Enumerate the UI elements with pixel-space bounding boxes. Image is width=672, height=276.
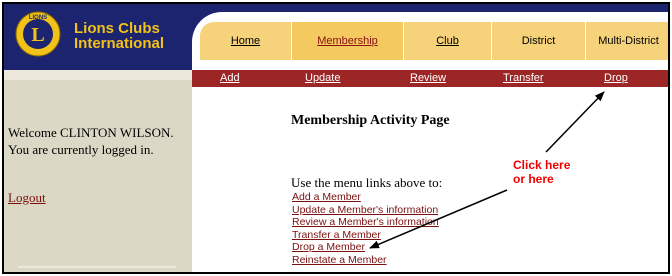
- submenu-add[interactable]: Add: [220, 72, 240, 84]
- page-title: Membership Activity Page: [291, 113, 450, 128]
- brand-title-line2: International: [74, 35, 165, 52]
- link-update-member[interactable]: Update a Member's information: [292, 204, 439, 217]
- link-transfer-member[interactable]: Transfer a Member: [292, 229, 439, 242]
- brand-title[interactable]: Lions Clubs International: [74, 21, 164, 51]
- callout-line1: Click here: [513, 158, 571, 172]
- callout-annotation: Click here or here: [513, 158, 570, 186]
- member-action-links: Add a Member Update a Member's informati…: [292, 191, 439, 267]
- link-review-member[interactable]: Review a Member's information: [292, 216, 439, 229]
- submenu-bar: Add Update Review Transfer Drop: [192, 70, 668, 87]
- intro-text: Use the menu links above to:: [291, 175, 443, 190]
- submenu-drop[interactable]: Drop: [604, 72, 628, 84]
- brand-header: L LIONS Lions Clubs International: [4, 4, 192, 70]
- callout-line2: or here: [513, 172, 554, 186]
- sidebar-divider: [18, 266, 176, 268]
- brand-title-line1: Lions Clubs: [74, 20, 160, 37]
- sidebar: Welcome CLINTON WILSON. You are currentl…: [4, 70, 192, 272]
- link-add-member[interactable]: Add a Member: [292, 191, 439, 204]
- tab-membership[interactable]: Membership: [292, 22, 404, 60]
- svg-text:L: L: [31, 24, 44, 46]
- lions-logo-icon: L LIONS: [15, 11, 61, 57]
- tab-district[interactable]: District: [492, 22, 586, 60]
- link-drop-member[interactable]: Drop a Member: [292, 241, 439, 254]
- submenu-transfer[interactable]: Transfer: [503, 72, 544, 84]
- submenu-review[interactable]: Review: [410, 72, 446, 84]
- logout-link[interactable]: Logout: [8, 190, 46, 206]
- sidebar-top-strip: [4, 70, 192, 80]
- browser-page: L LIONS Lions Clubs International Home M…: [2, 2, 670, 274]
- tab-home[interactable]: Home: [200, 22, 292, 60]
- link-reinstate-member[interactable]: Reinstate a Member: [292, 254, 439, 267]
- welcome-message: Welcome CLINTON WILSON. You are currentl…: [8, 125, 174, 157]
- tab-multi-district[interactable]: Multi-District: [586, 22, 668, 60]
- submenu-update[interactable]: Update: [305, 72, 340, 84]
- tab-club[interactable]: Club: [404, 22, 492, 60]
- main-nav: Home Membership Club District Multi-Dist…: [200, 22, 668, 60]
- svg-text:LIONS: LIONS: [29, 15, 47, 21]
